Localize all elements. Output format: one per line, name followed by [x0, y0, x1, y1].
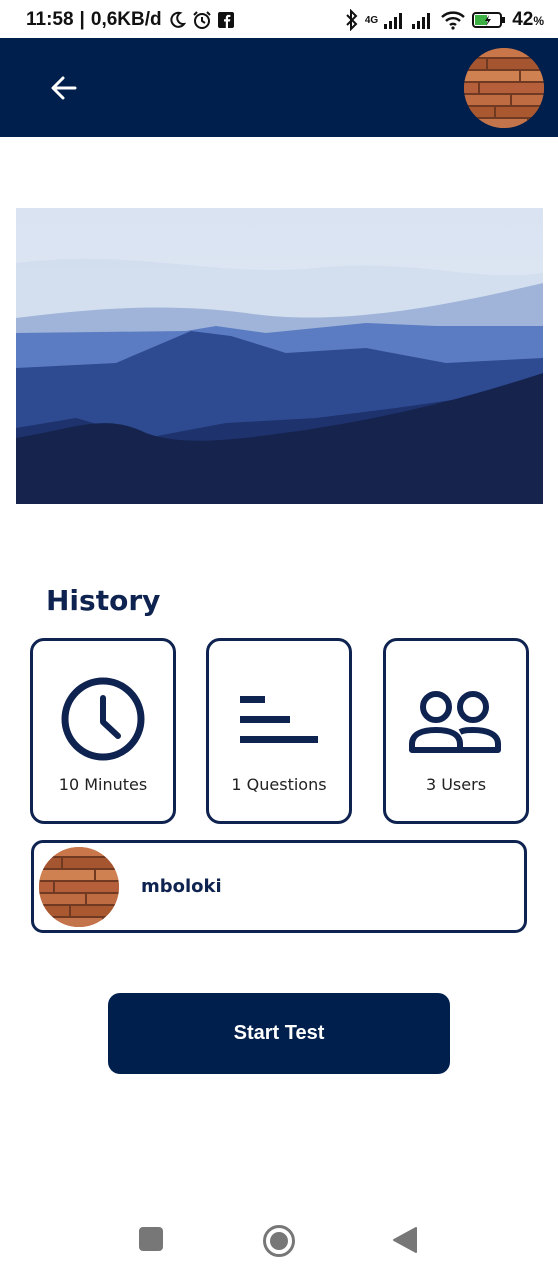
arrow-left-icon [51, 76, 77, 100]
signal-icon-2 [412, 11, 434, 29]
user-avatar [39, 847, 119, 927]
users-icon [409, 691, 501, 753]
home-circle-icon [263, 1225, 295, 1257]
status-left: 11:58 | 0,6KB/d [26, 9, 234, 31]
stat-icon-wrap [209, 671, 349, 767]
home-button[interactable] [262, 1224, 295, 1257]
status-right: 4G 42% [345, 9, 544, 31]
alarm-icon [192, 10, 212, 30]
stat-label-users: 3 Users [425, 775, 487, 794]
battery-unit: % [533, 14, 544, 28]
facebook-icon [217, 12, 234, 28]
back-button[interactable] [44, 68, 84, 108]
battery-level: 42% [512, 9, 544, 31]
back-triangle-icon [393, 1227, 417, 1253]
status-bar: 11:58 | 0,6KB/d 4G 42% [0, 0, 558, 40]
system-nav-bar [0, 1200, 558, 1280]
app-bar [0, 38, 558, 137]
profile-avatar[interactable] [464, 48, 544, 128]
user-name: mboloki [141, 876, 222, 897]
hero-mountain-image [16, 208, 543, 504]
bluetooth-icon [345, 9, 359, 31]
status-time: 11:58 [26, 9, 74, 30]
back-nav-button[interactable] [392, 1226, 422, 1256]
signal-icon [384, 11, 406, 29]
battery-percent: 42 [512, 9, 534, 30]
status-separator: | [79, 9, 85, 30]
wifi-icon [440, 10, 466, 30]
stat-label-minutes: 10 Minutes [58, 775, 148, 794]
wood-texture-image [464, 48, 544, 128]
recents-button[interactable] [138, 1226, 168, 1256]
stat-label-questions: 1 Questions [231, 775, 327, 794]
network-type: 4G [364, 14, 379, 26]
stat-card-minutes[interactable]: 10 Minutes [30, 638, 176, 824]
square-icon [139, 1227, 163, 1251]
clock-icon [61, 677, 145, 761]
stat-icon-wrap [33, 671, 173, 767]
history-title: History [46, 584, 161, 617]
user-row[interactable]: mboloki [31, 840, 527, 933]
moon-icon [168, 11, 186, 29]
battery-icon [472, 11, 506, 29]
stat-card-users[interactable]: 3 Users [383, 638, 529, 824]
stat-card-questions[interactable]: 1 Questions [206, 638, 352, 824]
stat-icon-wrap [386, 671, 526, 767]
start-test-button[interactable]: Start Test [108, 993, 450, 1074]
status-speed: 0,6KB/d [90, 9, 162, 30]
bars-icon [240, 696, 318, 743]
wood-texture-image [39, 847, 119, 927]
